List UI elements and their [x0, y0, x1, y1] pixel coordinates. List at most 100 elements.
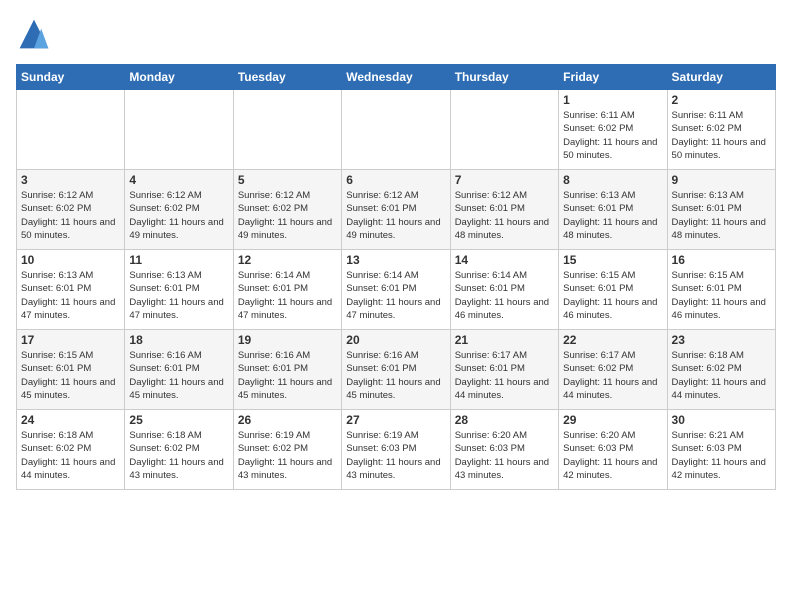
- day-number: 4: [129, 173, 228, 187]
- day-info: Sunrise: 6:19 AM Sunset: 6:03 PM Dayligh…: [346, 429, 445, 482]
- calendar-header-sunday: Sunday: [17, 65, 125, 90]
- day-number: 5: [238, 173, 337, 187]
- day-number: 2: [672, 93, 771, 107]
- calendar-cell: [17, 90, 125, 170]
- calendar-cell: 26 Sunrise: 6:19 AM Sunset: 6:02 PM Dayli…: [233, 410, 341, 490]
- day-number: 21: [455, 333, 554, 347]
- day-info: Sunrise: 6:16 AM Sunset: 6:01 PM Dayligh…: [346, 349, 445, 402]
- calendar-cell: 7 Sunrise: 6:12 AM Sunset: 6:01 PM Daylig…: [450, 170, 558, 250]
- calendar-cell: 9 Sunrise: 6:13 AM Sunset: 6:01 PM Daylig…: [667, 170, 775, 250]
- day-number: 6: [346, 173, 445, 187]
- calendar-week-row: 24Sunrise: 6:18 AM Sunset: 6:02 PM Dayli…: [17, 410, 776, 490]
- calendar-cell: 27Sunrise: 6:19 AM Sunset: 6:03 PM Dayli…: [342, 410, 450, 490]
- logo-icon: [16, 16, 52, 52]
- calendar-cell: 15 Sunrise: 6:15 AM Sunset: 6:01 PM Dayli…: [559, 250, 667, 330]
- day-info: Sunrise: 6:17 AM Sunset: 6:01 PM Dayligh…: [455, 349, 554, 402]
- logo: [16, 16, 58, 52]
- day-number: 9: [672, 173, 771, 187]
- day-number: 14: [455, 253, 554, 267]
- calendar-cell: [450, 90, 558, 170]
- day-info: Sunrise: 6:18 AM Sunset: 6:02 PM Dayligh…: [129, 429, 228, 482]
- calendar-cell: 29 Sunrise: 6:20 AM Sunset: 6:03 PM Dayli…: [559, 410, 667, 490]
- day-info: Sunrise: 6:16 AM Sunset: 6:01 PM Dayligh…: [129, 349, 228, 402]
- day-info: Sunrise: 6:14 AM Sunset: 6:01 PM Dayligh…: [455, 269, 554, 322]
- calendar-header-wednesday: Wednesday: [342, 65, 450, 90]
- day-number: 23: [672, 333, 771, 347]
- calendar-cell: 1 Sunrise: 6:11 AM Sunset: 6:02 PM Daylig…: [559, 90, 667, 170]
- day-number: 13: [346, 253, 445, 267]
- calendar-cell: 3 Sunrise: 6:12 AM Sunset: 6:02 PM Daylig…: [17, 170, 125, 250]
- calendar-week-row: 1 Sunrise: 6:11 AM Sunset: 6:02 PM Daylig…: [17, 90, 776, 170]
- day-info: Sunrise: 6:13 AM Sunset: 6:01 PM Dayligh…: [672, 189, 771, 242]
- calendar-cell: 4 Sunrise: 6:12 AM Sunset: 6:02 PM Daylig…: [125, 170, 233, 250]
- day-info: Sunrise: 6:13 AM Sunset: 6:01 PM Dayligh…: [21, 269, 120, 322]
- day-info: Sunrise: 6:13 AM Sunset: 6:01 PM Dayligh…: [563, 189, 662, 242]
- calendar-cell: 5 Sunrise: 6:12 AM Sunset: 6:02 PM Daylig…: [233, 170, 341, 250]
- day-info: Sunrise: 6:12 AM Sunset: 6:02 PM Dayligh…: [238, 189, 337, 242]
- day-info: Sunrise: 6:21 AM Sunset: 6:03 PM Dayligh…: [672, 429, 771, 482]
- calendar-cell: 19Sunrise: 6:16 AM Sunset: 6:01 PM Dayli…: [233, 330, 341, 410]
- calendar-header-tuesday: Tuesday: [233, 65, 341, 90]
- day-info: Sunrise: 6:20 AM Sunset: 6:03 PM Dayligh…: [563, 429, 662, 482]
- day-number: 12: [238, 253, 337, 267]
- day-info: Sunrise: 6:12 AM Sunset: 6:02 PM Dayligh…: [129, 189, 228, 242]
- calendar-cell: [233, 90, 341, 170]
- calendar-cell: 25Sunrise: 6:18 AM Sunset: 6:02 PM Dayli…: [125, 410, 233, 490]
- day-number: 11: [129, 253, 228, 267]
- calendar-table: SundayMondayTuesdayWednesdayThursdayFrid…: [16, 64, 776, 490]
- day-number: 7: [455, 173, 554, 187]
- calendar-cell: 8Sunrise: 6:13 AM Sunset: 6:01 PM Daylig…: [559, 170, 667, 250]
- calendar-cell: 24Sunrise: 6:18 AM Sunset: 6:02 PM Dayli…: [17, 410, 125, 490]
- calendar-week-row: 10 Sunrise: 6:13 AM Sunset: 6:01 PM Dayli…: [17, 250, 776, 330]
- calendar-cell: 13Sunrise: 6:14 AM Sunset: 6:01 PM Dayli…: [342, 250, 450, 330]
- calendar-cell: 20 Sunrise: 6:16 AM Sunset: 6:01 PM Dayli…: [342, 330, 450, 410]
- day-info: Sunrise: 6:11 AM Sunset: 6:02 PM Dayligh…: [563, 109, 662, 162]
- day-number: 29: [563, 413, 662, 427]
- day-info: Sunrise: 6:12 AM Sunset: 6:02 PM Dayligh…: [21, 189, 120, 242]
- day-info: Sunrise: 6:15 AM Sunset: 6:01 PM Dayligh…: [672, 269, 771, 322]
- day-number: 18: [129, 333, 228, 347]
- calendar-cell: 17 Sunrise: 6:15 AM Sunset: 6:01 PM Dayli…: [17, 330, 125, 410]
- calendar-cell: 18 Sunrise: 6:16 AM Sunset: 6:01 PM Dayli…: [125, 330, 233, 410]
- calendar-header-friday: Friday: [559, 65, 667, 90]
- day-info: Sunrise: 6:20 AM Sunset: 6:03 PM Dayligh…: [455, 429, 554, 482]
- day-info: Sunrise: 6:11 AM Sunset: 6:02 PM Dayligh…: [672, 109, 771, 162]
- day-number: 26: [238, 413, 337, 427]
- calendar-cell: 12 Sunrise: 6:14 AM Sunset: 6:01 PM Dayli…: [233, 250, 341, 330]
- day-info: Sunrise: 6:14 AM Sunset: 6:01 PM Dayligh…: [238, 269, 337, 322]
- day-info: Sunrise: 6:19 AM Sunset: 6:02 PM Dayligh…: [238, 429, 337, 482]
- day-number: 28: [455, 413, 554, 427]
- calendar-cell: 6 Sunrise: 6:12 AM Sunset: 6:01 PM Daylig…: [342, 170, 450, 250]
- day-number: 3: [21, 173, 120, 187]
- calendar-header-monday: Monday: [125, 65, 233, 90]
- calendar-cell: [342, 90, 450, 170]
- calendar-cell: 22Sunrise: 6:17 AM Sunset: 6:02 PM Dayli…: [559, 330, 667, 410]
- calendar-week-row: 17 Sunrise: 6:15 AM Sunset: 6:01 PM Dayli…: [17, 330, 776, 410]
- day-number: 17: [21, 333, 120, 347]
- calendar-header-thursday: Thursday: [450, 65, 558, 90]
- calendar-cell: 14 Sunrise: 6:14 AM Sunset: 6:01 PM Dayli…: [450, 250, 558, 330]
- day-number: 10: [21, 253, 120, 267]
- day-info: Sunrise: 6:18 AM Sunset: 6:02 PM Dayligh…: [672, 349, 771, 402]
- page-header: [16, 16, 776, 52]
- day-number: 19: [238, 333, 337, 347]
- calendar-cell: 11 Sunrise: 6:13 AM Sunset: 6:01 PM Dayli…: [125, 250, 233, 330]
- day-number: 20: [346, 333, 445, 347]
- day-info: Sunrise: 6:18 AM Sunset: 6:02 PM Dayligh…: [21, 429, 120, 482]
- calendar-cell: 21 Sunrise: 6:17 AM Sunset: 6:01 PM Dayli…: [450, 330, 558, 410]
- day-number: 16: [672, 253, 771, 267]
- day-info: Sunrise: 6:12 AM Sunset: 6:01 PM Dayligh…: [455, 189, 554, 242]
- day-number: 1: [563, 93, 662, 107]
- calendar-cell: 16 Sunrise: 6:15 AM Sunset: 6:01 PM Dayli…: [667, 250, 775, 330]
- day-info: Sunrise: 6:15 AM Sunset: 6:01 PM Dayligh…: [21, 349, 120, 402]
- calendar-cell: 10 Sunrise: 6:13 AM Sunset: 6:01 PM Dayli…: [17, 250, 125, 330]
- calendar-cell: 23 Sunrise: 6:18 AM Sunset: 6:02 PM Dayli…: [667, 330, 775, 410]
- calendar-cell: 30Sunrise: 6:21 AM Sunset: 6:03 PM Dayli…: [667, 410, 775, 490]
- day-info: Sunrise: 6:17 AM Sunset: 6:02 PM Dayligh…: [563, 349, 662, 402]
- day-info: Sunrise: 6:15 AM Sunset: 6:01 PM Dayligh…: [563, 269, 662, 322]
- calendar-cell: 28 Sunrise: 6:20 AM Sunset: 6:03 PM Dayli…: [450, 410, 558, 490]
- day-info: Sunrise: 6:12 AM Sunset: 6:01 PM Dayligh…: [346, 189, 445, 242]
- calendar-cell: [125, 90, 233, 170]
- day-number: 15: [563, 253, 662, 267]
- day-info: Sunrise: 6:13 AM Sunset: 6:01 PM Dayligh…: [129, 269, 228, 322]
